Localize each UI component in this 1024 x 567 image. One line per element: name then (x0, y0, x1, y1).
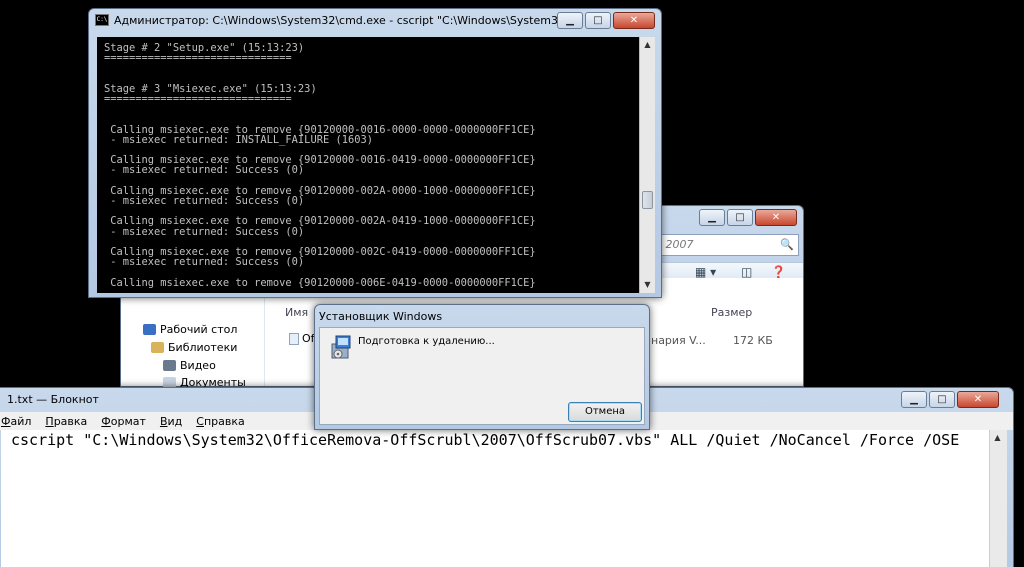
console-line: - msiexec returned: Success (0) (104, 256, 305, 269)
scroll-up-icon[interactable]: ▲ (640, 37, 655, 53)
cmd-maximize-button[interactable]: □ (585, 12, 611, 29)
cmd-titlebar[interactable]: C:\ Администратор: C:\Windows\System32\c… (89, 9, 563, 31)
explorer-caption-buttons: ▁ □ ✕ (699, 209, 797, 226)
menu-file[interactable]: Файл (1, 415, 31, 428)
menu-format[interactable]: Формат (101, 415, 146, 428)
notepad-scroll-up-icon[interactable]: ▲ (990, 430, 1005, 446)
explorer-close-button[interactable]: ✕ (755, 209, 797, 226)
cmd-icon: C:\ (95, 14, 109, 26)
desktop-icon (143, 324, 156, 335)
cmd-scrollbar[interactable]: ▲ ▼ (639, 37, 655, 293)
nav-item-video[interactable]: Видео (163, 359, 216, 372)
console-line: - msiexec returned: Success (0) (104, 225, 305, 238)
video-icon (163, 360, 176, 371)
file-type-cell: нария V... (651, 334, 706, 347)
explorer-maximize-button[interactable]: □ (727, 209, 753, 226)
installer-dialog[interactable]: Установщик Windows Подготовка к удалению… (314, 304, 650, 430)
explorer-minimize-button[interactable]: ▁ (699, 209, 725, 226)
console-line: - msiexec returned: Success (0) (104, 195, 305, 208)
menu-edit[interactable]: Правка (45, 415, 87, 428)
console-line: ============================== (104, 52, 292, 65)
console-line: Calling msiexec.exe to remove {90120000-… (104, 276, 536, 289)
help-icon[interactable]: ❓ (771, 265, 786, 279)
file-size-cell: 172 КБ (733, 334, 773, 347)
nav-item-libraries[interactable]: Библиотеки (151, 341, 237, 354)
cmd-title: Администратор: C:\Windows\System32\cmd.e… (114, 13, 563, 27)
installer-message: Подготовка к удалению... (358, 336, 495, 347)
scroll-down-icon[interactable]: ▼ (640, 277, 655, 293)
search-icon[interactable]: 🔍 (780, 238, 794, 251)
installer-content: Подготовка к удалению... Отмена (319, 327, 645, 425)
console-line: - msiexec returned: Success (0) (104, 164, 305, 177)
console-line: ============================== (104, 93, 292, 106)
cmd-minimize-button[interactable]: ▁ (557, 12, 583, 29)
nav-item-desktop[interactable]: Рабочий стол (143, 323, 237, 336)
explorer-search-box[interactable]: c 2007 🔍 (651, 234, 799, 256)
libraries-icon (151, 342, 164, 353)
cmd-window[interactable]: C:\ Администратор: C:\Windows\System32\c… (88, 8, 662, 298)
cmd-scroll-thumb[interactable] (642, 191, 653, 209)
file-name-cell[interactable]: Of (289, 332, 315, 345)
notepad-text-area[interactable]: cscript "C:\Windows\System32\OfficeRemov… (1, 430, 989, 567)
column-header-name[interactable]: Имя (285, 306, 308, 319)
cmd-close-button[interactable]: ✕ (613, 12, 655, 29)
column-header-size[interactable]: Размер (711, 306, 752, 319)
notepad-close-button[interactable]: ✕ (957, 391, 999, 408)
notepad-caption-buttons: ▁ □ ✕ (901, 391, 999, 408)
installer-icon (331, 335, 351, 359)
notepad-scrollbar[interactable]: ▲ (989, 430, 1007, 567)
menu-view[interactable]: Вид (160, 415, 182, 428)
preview-pane-icon[interactable]: ◫ (741, 265, 752, 279)
installer-title: Установщик Windows (319, 309, 443, 323)
file-icon (289, 333, 299, 345)
menu-help[interactable]: Справка (196, 415, 244, 428)
notepad-maximize-button[interactable]: □ (929, 391, 955, 408)
notepad-minimize-button[interactable]: ▁ (901, 391, 927, 408)
cancel-button[interactable]: Отмена (568, 402, 642, 422)
cmd-caption-buttons: ▁ □ ✕ (557, 12, 655, 29)
notepad-title: 1.txt — Блокнот (7, 392, 99, 406)
installer-titlebar[interactable]: Установщик Windows (315, 305, 649, 327)
cmd-console-output[interactable]: Stage # 2 "Setup.exe" (15:13:23) ========… (97, 37, 641, 293)
view-options-icon[interactable]: ▦ ▾ (695, 265, 716, 279)
console-line: - msiexec returned: INSTALL_FAILURE (160… (104, 133, 373, 146)
